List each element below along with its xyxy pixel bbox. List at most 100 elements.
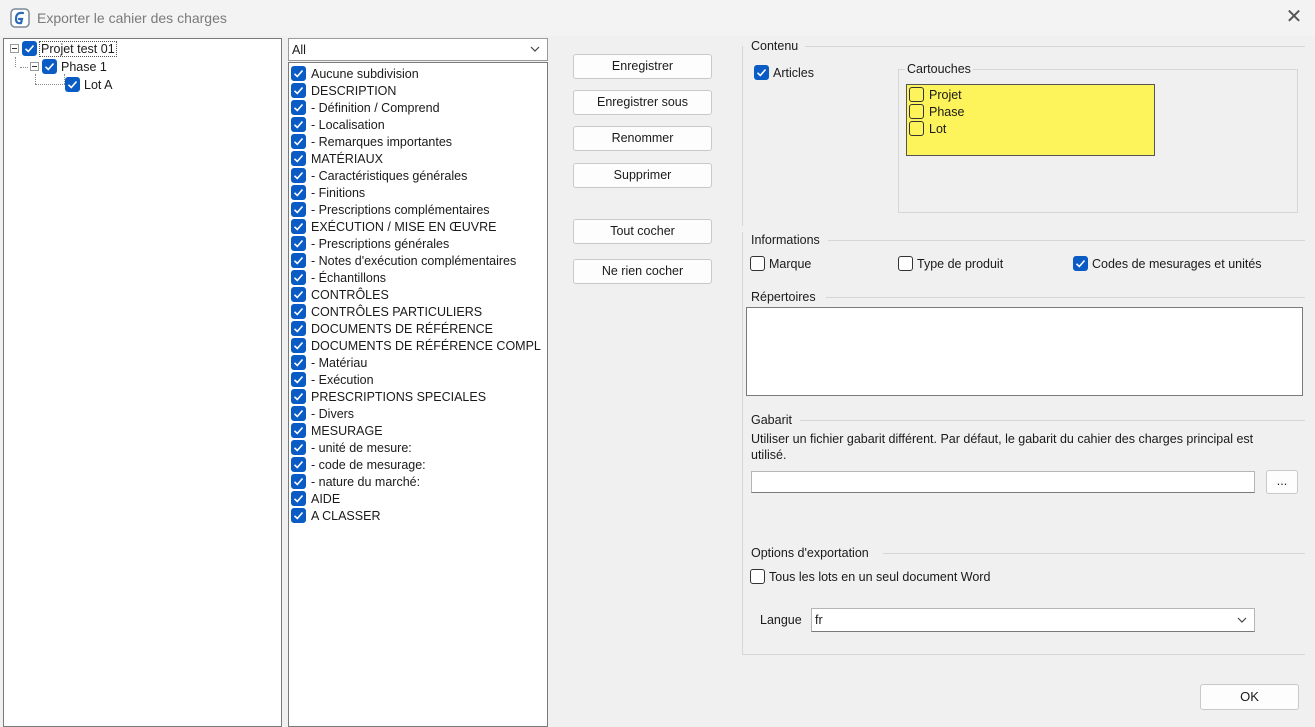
collapse-icon[interactable] [30,62,39,71]
list-item-checkbox[interactable] [291,406,306,421]
list-item[interactable]: MATÉRIAUX [291,150,383,167]
list-item-checkbox[interactable] [291,253,306,268]
list-item[interactable]: - code de mesurage: [291,456,426,473]
list-item[interactable]: A CLASSER [291,507,380,524]
gabarit-path-input[interactable] [751,471,1255,493]
group-divider [742,46,743,226]
list-item[interactable]: EXÉCUTION / MISE EN ŒUVRE [291,218,496,235]
group-divider [742,654,1305,655]
list-item[interactable]: - Prescriptions complémentaires [291,201,490,218]
list-item-checkbox[interactable] [291,202,306,217]
list-item-checkbox[interactable] [291,219,306,234]
list-item[interactable]: - Prescriptions générales [291,235,449,252]
renommer-button[interactable]: Renommer [573,126,712,151]
list-item[interactable]: DOCUMENTS DE RÉFÉRENCE COMPL [291,337,541,354]
cartouches-list[interactable]: Projet Phase Lot [906,84,1155,156]
list-item-checkbox[interactable] [291,151,306,166]
list-item-checkbox[interactable] [291,440,306,455]
cartouche-lot[interactable]: Lot [909,121,946,136]
browse-button[interactable]: ... [1266,470,1298,494]
ok-button[interactable]: OK [1200,684,1299,710]
list-item-checkbox[interactable] [291,134,306,149]
list-item[interactable]: - Remarques importantes [291,133,452,150]
gabarit-description: Utiliser un fichier gabarit différent. P… [751,432,1254,462]
list-item[interactable]: DOCUMENTS DE RÉFÉRENCE [291,320,493,337]
list-item-checkbox[interactable] [291,270,306,285]
checkbox-box[interactable] [1073,256,1088,271]
list-item[interactable]: CONTRÔLES PARTICULIERS [291,303,482,320]
tous-les-lots-checkbox[interactable]: Tous les lots en un seul document Word [750,569,990,584]
project-tree[interactable]: Projet test 01 Phase 1 Lot A [3,38,282,727]
list-item-checkbox[interactable] [291,168,306,183]
list-item-label: MATÉRIAUX [311,151,383,166]
cartouche-projet[interactable]: Projet [909,87,962,102]
tree-node-phase[interactable]: Phase 1 [30,58,107,75]
list-item-checkbox[interactable] [291,338,306,353]
list-item[interactable]: Aucune subdivision [291,65,419,82]
codes-mesurages-checkbox[interactable]: Codes de mesurages et unités [1073,256,1262,271]
list-item[interactable]: MESURAGE [291,422,383,439]
list-item[interactable]: - Exécution [291,371,374,388]
list-item[interactable]: CONTRÔLES [291,286,389,303]
articles-checkbox[interactable]: Articles [754,65,814,80]
checkbox-box[interactable] [754,65,769,80]
type-produit-checkbox[interactable]: Type de produit [898,256,1003,271]
enregistrer-button[interactable]: Enregistrer [573,54,712,79]
list-item-checkbox[interactable] [291,423,306,438]
list-item[interactable]: - Localisation [291,116,385,133]
list-item-checkbox[interactable] [291,491,306,506]
tree-checkbox[interactable] [42,59,57,74]
langue-dropdown[interactable]: fr [811,608,1255,632]
list-item-label: A CLASSER [311,508,381,523]
list-item-checkbox[interactable] [291,389,306,404]
list-item-checkbox[interactable] [291,100,306,115]
checkbox-box[interactable] [750,569,765,584]
checkbox-box[interactable] [898,256,913,271]
subdivision-list[interactable]: Aucune subdivision DESCRIPTION - Définitio… [288,62,548,727]
close-icon[interactable]: ✕ [1283,6,1305,28]
collapse-icon[interactable] [10,44,19,53]
list-item-checkbox[interactable] [291,474,306,489]
cartouche-phase[interactable]: Phase [909,104,964,119]
list-item[interactable]: - Matériau [291,354,367,371]
filter-dropdown[interactable]: All [288,38,548,61]
list-item-checkbox[interactable] [291,321,306,336]
checkbox-box[interactable] [750,256,765,271]
repertoires-list[interactable] [746,307,1303,396]
supprimer-button[interactable]: Supprimer [573,163,712,188]
list-item-checkbox[interactable] [291,372,306,387]
list-item-checkbox[interactable] [291,185,306,200]
list-item-checkbox[interactable] [291,117,306,132]
list-item-checkbox[interactable] [291,355,306,370]
list-item-checkbox[interactable] [291,457,306,472]
list-item[interactable]: - Divers [291,405,354,422]
marque-checkbox[interactable]: Marque [750,256,811,271]
list-item-checkbox[interactable] [291,508,306,523]
list-item[interactable]: - Notes d'exécution complémentaires [291,252,516,269]
tree-node-project[interactable]: Projet test 01 [10,40,117,57]
checkbox-box[interactable] [909,87,924,102]
list-item[interactable]: - unité de mesure: [291,439,412,456]
list-item-checkbox[interactable] [291,287,306,302]
list-item[interactable]: - Caractéristiques générales [291,167,467,184]
tout-cocher-button[interactable]: Tout cocher [573,219,712,244]
tree-node-lot[interactable]: Lot A [65,76,113,93]
checkbox-box[interactable] [909,104,924,119]
enregistrer-sous-button[interactable]: Enregistrer sous [573,90,712,115]
list-item-label: - Prescriptions complémentaires [311,202,490,217]
ne-rien-cocher-button[interactable]: Ne rien cocher [573,259,712,284]
list-item-checkbox[interactable] [291,66,306,81]
list-item-checkbox[interactable] [291,236,306,251]
list-item[interactable]: - Échantillons [291,269,386,286]
tree-checkbox[interactable] [22,41,37,56]
tree-checkbox[interactable] [65,77,80,92]
list-item-checkbox[interactable] [291,304,306,319]
list-item[interactable]: - Finitions [291,184,365,201]
list-item-checkbox[interactable] [291,83,306,98]
list-item[interactable]: AIDE [291,490,340,507]
list-item[interactable]: PRESCRIPTIONS SPECIALES [291,388,486,405]
list-item[interactable]: DESCRIPTION [291,82,396,99]
checkbox-box[interactable] [909,121,924,136]
list-item[interactable]: - Définition / Comprend [291,99,440,116]
list-item[interactable]: - nature du marché: [291,473,420,490]
